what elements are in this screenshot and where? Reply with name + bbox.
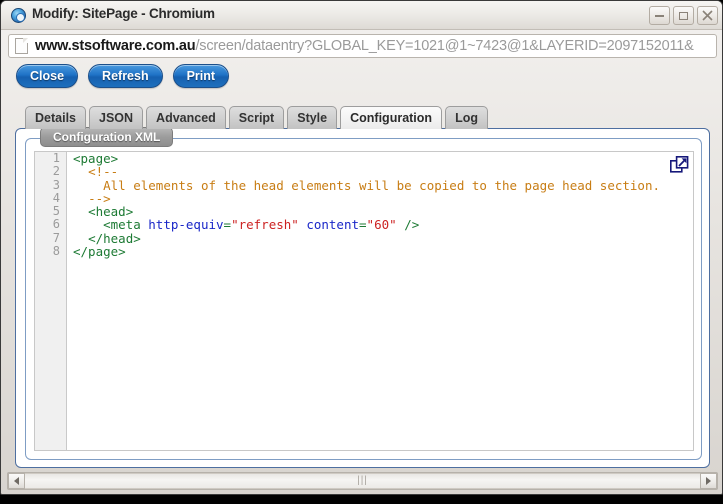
code-token-attr: content xyxy=(306,217,359,232)
tab-log[interactable]: Log xyxy=(445,106,488,129)
maximize-button[interactable] xyxy=(673,6,694,25)
close-icon xyxy=(698,7,717,24)
minimize-icon xyxy=(650,7,669,24)
code-line: <page> xyxy=(73,152,693,165)
code-token-str: "60" xyxy=(367,217,397,232)
close-button[interactable]: Close xyxy=(16,64,78,88)
arrow-left-icon xyxy=(14,477,19,485)
code-token-str: "refresh" xyxy=(231,217,299,232)
maximize-icon xyxy=(674,7,693,24)
refresh-button[interactable]: Refresh xyxy=(88,64,163,88)
line-number: 2 xyxy=(35,165,66,178)
code-line: </head> xyxy=(73,232,693,245)
address-bar[interactable]: www.stsoftware.com.au/screen/dataentry?G… xyxy=(8,34,717,58)
line-number: 5 xyxy=(35,205,66,218)
tab-style[interactable]: Style xyxy=(287,106,337,129)
code-line: <head> xyxy=(73,205,693,218)
code-token-tag: = xyxy=(359,217,367,232)
browser-window: Modify: SitePage - Chromium www.stsoftwa… xyxy=(0,0,723,495)
line-number: 6 xyxy=(35,218,66,231)
code-line: </page> xyxy=(73,245,693,258)
code-token-tag: /> xyxy=(404,217,419,232)
code-line: All elements of the head elements will b… xyxy=(73,179,693,192)
tab-advanced[interactable]: Advanced xyxy=(146,106,226,129)
editor-code-content[interactable]: <page> <!-- All elements of the head ele… xyxy=(68,152,693,450)
tab-script[interactable]: Script xyxy=(229,106,284,129)
window-title: Modify: SitePage - Chromium xyxy=(32,6,215,21)
code-token-comment: All elements of the head elements will b… xyxy=(103,178,660,193)
code-line: <meta http-equiv="refresh" content="60" … xyxy=(73,218,693,231)
minimize-button[interactable] xyxy=(649,6,670,25)
close-button[interactable] xyxy=(697,6,718,25)
code-editor[interactable]: 12345678 <page> <!-- All elements of the… xyxy=(34,151,694,451)
tab-bar: Details JSON Advanced Script Style Confi… xyxy=(25,106,488,129)
window-controls xyxy=(649,6,718,25)
line-number: 4 xyxy=(35,192,66,205)
code-token-tag: </page> xyxy=(73,244,126,259)
scrollbar-grip[interactable]: ||| xyxy=(357,476,368,486)
horizontal-scrollbar[interactable]: ||| xyxy=(7,472,718,490)
scrollbar-track[interactable]: ||| xyxy=(25,473,700,489)
code-line: <!-- xyxy=(73,165,693,178)
line-number: 8 xyxy=(35,245,66,258)
fieldset-legend: Configuration XML xyxy=(40,127,173,147)
tab-details[interactable]: Details xyxy=(25,106,86,129)
tab-json[interactable]: JSON xyxy=(89,106,143,129)
action-toolbar: Close Refresh Print xyxy=(16,64,229,88)
line-number: 3 xyxy=(35,179,66,192)
scroll-right-button[interactable] xyxy=(700,473,717,489)
code-token-attr: http-equiv xyxy=(148,217,223,232)
line-number: 1 xyxy=(35,152,66,165)
desktop-background xyxy=(0,495,723,504)
address-bar-host: www.stsoftware.com.au xyxy=(35,38,195,54)
arrow-right-icon xyxy=(706,477,711,485)
print-button[interactable]: Print xyxy=(173,64,229,88)
code-line: --> xyxy=(73,192,693,205)
scroll-left-button[interactable] xyxy=(8,473,25,489)
code-token-tag: = xyxy=(224,217,232,232)
editor-gutter: 12345678 xyxy=(35,152,67,450)
page-document-icon xyxy=(15,38,28,54)
configuration-fieldset: Configuration XML 12345678 <page> <!-- A… xyxy=(25,138,702,460)
configuration-panel: Configuration XML 12345678 <page> <!-- A… xyxy=(15,128,710,468)
chromium-icon xyxy=(11,8,26,23)
address-bar-url: www.stsoftware.com.au/screen/dataentry?G… xyxy=(35,38,694,54)
title-bar: Modify: SitePage - Chromium xyxy=(1,1,723,30)
line-number: 7 xyxy=(35,232,66,245)
tab-configuration[interactable]: Configuration xyxy=(340,106,442,129)
expand-popout-icon[interactable] xyxy=(670,156,689,175)
address-bar-path: /screen/dataentry?GLOBAL_KEY=1021@1~7423… xyxy=(195,38,693,54)
